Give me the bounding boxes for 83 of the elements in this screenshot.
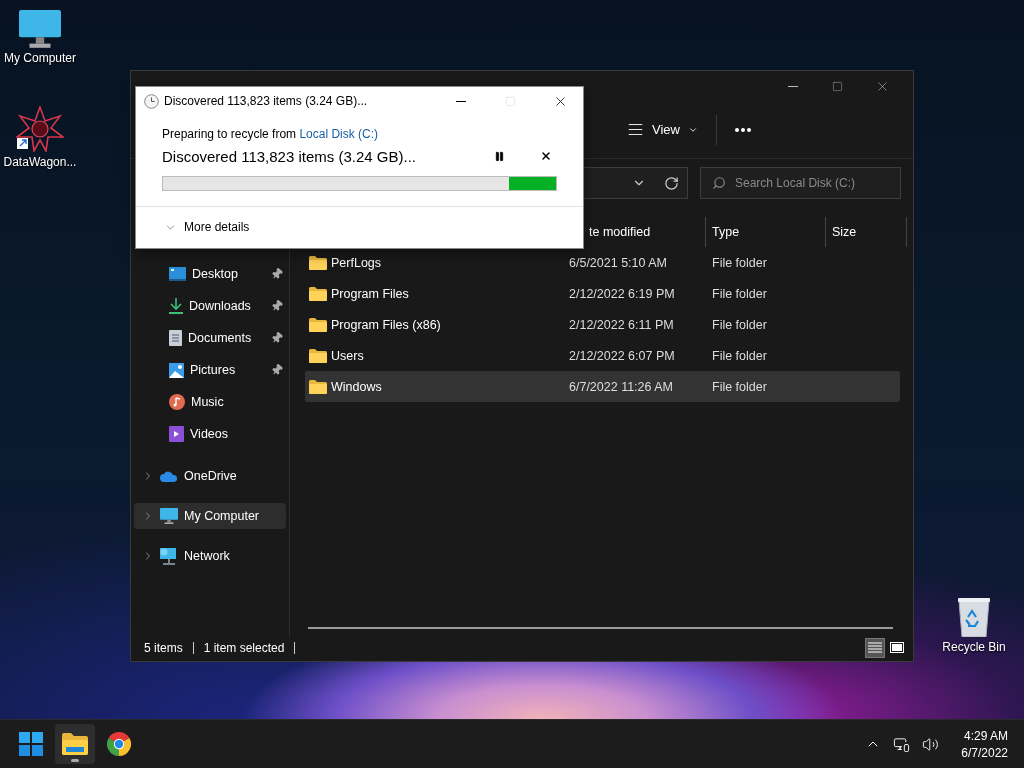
date-modified: 2/12/2022 6:19 PM	[569, 286, 676, 301]
search-field[interactable]: Search Local Disk (C:)	[700, 167, 901, 199]
tile-view-icon	[890, 641, 904, 655]
close-icon	[540, 150, 552, 162]
column-header[interactable]: Type	[706, 217, 826, 247]
dialog-title: Discovered 113,823 items (3.24 GB)...	[164, 94, 369, 108]
lines-icon	[627, 121, 644, 138]
file-name: Users	[331, 348, 364, 363]
taskbar-app-button[interactable]	[55, 724, 95, 764]
monitor-icon	[19, 10, 61, 48]
pause-icon	[493, 150, 505, 162]
desktop-icon-label[interactable]: DataWagon...	[3, 155, 77, 169]
folder-icon	[309, 286, 327, 301]
file-name: Windows	[331, 379, 382, 394]
file-type: File folder	[712, 348, 768, 363]
computer-icon	[160, 507, 178, 525]
refresh-icon	[664, 175, 679, 191]
folder-icon	[309, 255, 327, 270]
file-row[interactable]: Users 2/12/2022 6:07 PM File folder	[305, 340, 900, 371]
date-modified: 6/7/2022 11:26 AM	[569, 379, 675, 394]
desktop-icon	[169, 267, 186, 281]
column-header[interactable]: te modified	[586, 217, 706, 247]
file-name: PerfLogs	[331, 255, 382, 270]
file-row[interactable]: Windows 6/7/2022 11:26 AM File folder	[305, 371, 900, 402]
desktop-icon-label[interactable]: Recycle Bin	[942, 640, 1006, 654]
nav-location-item[interactable]: Network	[134, 543, 286, 569]
file-type: File folder	[712, 255, 768, 270]
browser-icon	[107, 732, 131, 756]
nav-item[interactable]: Documents	[188, 331, 265, 345]
progress-heading: Discovered 113,823 items (3.24 GB)...	[162, 147, 417, 165]
view-toggle-button[interactable]	[865, 638, 885, 658]
file-row[interactable]: Program Files (x86) 2/12/2022 6:11 PM File folder	[305, 309, 900, 340]
source-link[interactable]: Local Disk (C:)	[299, 127, 379, 141]
nav-location-item[interactable]: OneDrive	[134, 463, 286, 489]
date-modified: 6/5/2021 5:10 AM	[569, 255, 668, 270]
folder-icon	[309, 348, 327, 363]
nav-item[interactable]: Desktop	[192, 267, 265, 281]
cloud-icon	[160, 470, 178, 482]
windows-logo-icon	[19, 732, 43, 756]
video-icon	[169, 426, 184, 442]
speaker-icon	[922, 735, 940, 753]
network-icon	[160, 547, 178, 565]
date-modified: 2/12/2022 6:07 PM	[569, 348, 676, 363]
date-modified: 2/12/2022 6:11 PM	[569, 317, 675, 332]
more-icon	[734, 127, 751, 132]
document-icon	[169, 330, 182, 346]
operation-description: Preparing to recycle from Local Disk (C:)	[162, 127, 380, 141]
file-name: Program Files	[331, 286, 409, 301]
nav-item[interactable]: Pictures	[190, 363, 265, 377]
list-view-icon	[868, 641, 882, 655]
column-header[interactable]: Size	[826, 217, 907, 247]
clock-icon	[144, 93, 159, 109]
selection-count: 1 item selected	[203, 642, 296, 654]
desktop-icon-label[interactable]: My Computer	[4, 50, 76, 65]
music-icon	[169, 394, 185, 410]
nav-item[interactable]: Music	[191, 395, 283, 409]
picture-icon	[169, 362, 184, 378]
maximize-icon	[505, 95, 516, 107]
file-name: Program Files (x86)	[331, 317, 441, 332]
minimize-icon	[455, 100, 466, 102]
minimize-icon	[787, 85, 798, 87]
view-menu-button[interactable]: View	[619, 115, 706, 144]
folder-icon	[309, 317, 327, 332]
clock-button[interactable]: 4:29 AM 6/7/2022	[947, 728, 1016, 760]
item-count: 5 items	[144, 642, 194, 654]
nav-item[interactable]: Downloads	[189, 299, 265, 313]
nav-item[interactable]: Videos	[190, 427, 283, 441]
more-details-button[interactable]: More details	[136, 207, 250, 248]
star-emblem-icon	[16, 106, 64, 152]
recycle-bin-icon	[956, 597, 992, 637]
file-type: File folder	[712, 317, 768, 332]
folder-icon	[309, 379, 327, 394]
maximize-icon	[832, 80, 843, 92]
file-type: File folder	[712, 286, 768, 301]
download-icon	[169, 298, 183, 314]
active-indicator	[71, 759, 79, 762]
file-row[interactable]: PerfLogs 6/5/2021 5:10 AM File folder	[305, 247, 900, 278]
horizontal-scrollbar[interactable]	[308, 627, 893, 629]
nav-location-item[interactable]: My Computer	[134, 503, 286, 529]
file-type: File folder	[712, 379, 768, 394]
file-row[interactable]: Program Files 2/12/2022 6:19 PM File folder	[305, 278, 900, 309]
folder-icon	[62, 733, 88, 755]
network-icon	[893, 735, 911, 753]
